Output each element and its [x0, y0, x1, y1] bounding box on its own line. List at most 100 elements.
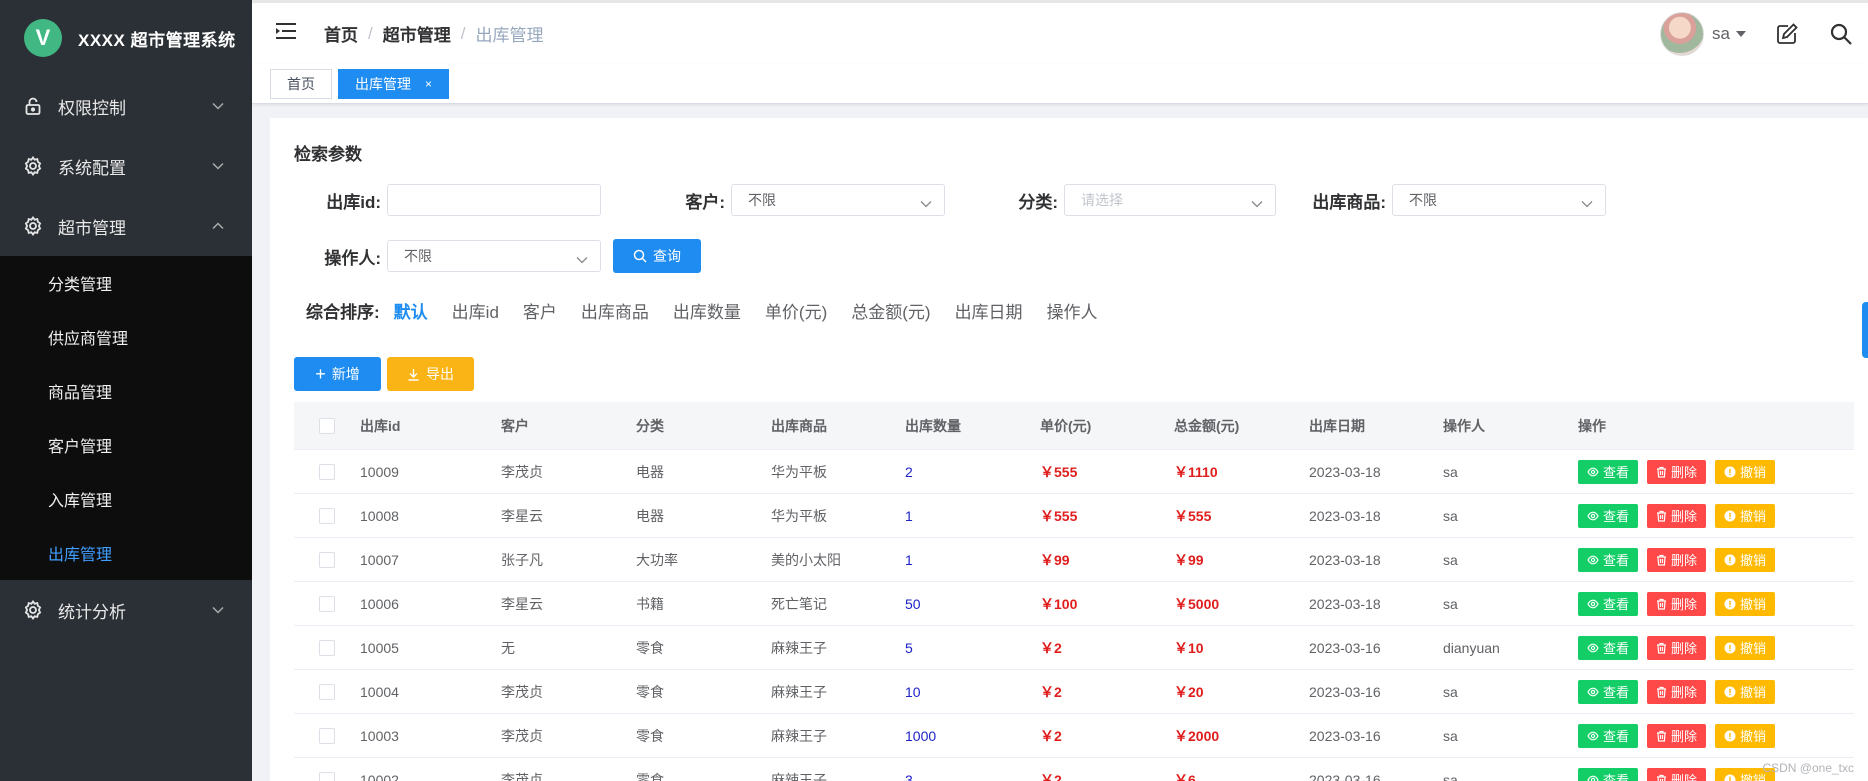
col-operator: 操作人: [1443, 417, 1485, 434]
submenu-supplier[interactable]: 供应商管理: [0, 310, 252, 364]
eye-icon: [1587, 467, 1599, 476]
sort-default[interactable]: 默认: [394, 298, 428, 323]
search-icon[interactable]: [1828, 21, 1854, 47]
row-checkbox[interactable]: [319, 639, 335, 656]
sort-price[interactable]: 单价(元): [765, 298, 827, 323]
delete-button[interactable]: 删除: [1647, 459, 1707, 484]
chevron-up-icon: [204, 222, 232, 230]
sidebar-toggle-button[interactable]: [256, 21, 316, 46]
tag-home[interactable]: 首页: [270, 68, 332, 99]
out-id-input[interactable]: [387, 184, 601, 216]
add-button[interactable]: + 新增: [294, 357, 381, 391]
eye-icon: [1587, 731, 1599, 740]
tag-stock-out[interactable]: 出库管理 ×: [338, 68, 450, 99]
cell-date: 2023-03-16: [1309, 639, 1381, 656]
delete-button[interactable]: 删除: [1647, 503, 1707, 528]
export-button[interactable]: 导出: [387, 357, 474, 391]
close-icon[interactable]: ×: [425, 77, 432, 91]
view-button[interactable]: 查看: [1578, 459, 1639, 484]
row-checkbox[interactable]: [319, 595, 335, 612]
menu-permission[interactable]: 权限控制: [0, 76, 252, 136]
sort-operator[interactable]: 操作人: [1047, 298, 1098, 323]
sort-customer[interactable]: 客户: [523, 298, 557, 323]
col-total: 总金额(元): [1174, 417, 1240, 434]
menu-label: 超市管理: [58, 218, 126, 238]
side-drawer-handle[interactable]: [1862, 302, 1868, 358]
row-checkbox[interactable]: [319, 771, 335, 781]
row-checkbox[interactable]: [319, 551, 335, 568]
breadcrumb-home[interactable]: 首页: [324, 21, 358, 46]
view-button[interactable]: 查看: [1578, 723, 1639, 748]
cell-qty: 1: [905, 507, 913, 524]
cell-category: 大功率: [636, 551, 678, 568]
delete-button[interactable]: 删除: [1647, 767, 1707, 781]
avatar[interactable]: [1660, 11, 1705, 56]
breadcrumb-supermarket[interactable]: 超市管理: [383, 21, 451, 46]
delete-button[interactable]: 删除: [1647, 547, 1707, 572]
row-checkbox[interactable]: [319, 507, 335, 524]
select-all-checkbox[interactable]: [319, 417, 335, 434]
delete-button[interactable]: 删除: [1647, 635, 1707, 660]
gear-icon: [22, 599, 44, 621]
row-checkbox[interactable]: [319, 727, 335, 744]
row-checkbox[interactable]: [319, 463, 335, 480]
cell-customer: 无: [501, 639, 515, 656]
cell-qty: 5: [905, 639, 913, 656]
menu-system-config[interactable]: 系统配置: [0, 136, 252, 196]
caret-down-icon[interactable]: [1736, 30, 1746, 37]
sort-out-id[interactable]: 出库id: [452, 298, 499, 323]
cell-customer: 李茂贞: [501, 683, 543, 700]
view-button[interactable]: 查看: [1578, 591, 1639, 616]
table-body: 10009 李茂贞 电器 华为平板 2 ￥555 ￥1110 2023-03-1…: [294, 450, 1854, 781]
plus-icon: +: [315, 364, 326, 384]
cell-out-id: 10007: [360, 551, 399, 568]
sort-total[interactable]: 总金额(元): [851, 298, 930, 323]
revoke-button[interactable]: 撤销: [1715, 459, 1776, 484]
edit-icon[interactable]: [1774, 21, 1800, 47]
revoke-button[interactable]: 撤销: [1715, 591, 1776, 616]
view-button[interactable]: 查看: [1578, 679, 1639, 704]
search-icon: [633, 249, 647, 263]
tags-view: 首页 出库管理 ×: [252, 64, 1868, 104]
query-button[interactable]: 查询: [613, 239, 701, 273]
chevron-down-icon: [576, 251, 588, 267]
cell-price: ￥100: [1040, 595, 1078, 612]
delete-button[interactable]: 删除: [1647, 723, 1707, 748]
revoke-button[interactable]: 撤销: [1715, 723, 1776, 748]
delete-button[interactable]: 删除: [1647, 591, 1707, 616]
customer-select[interactable]: 不限: [731, 184, 945, 216]
vue-logo: V: [24, 19, 62, 57]
sort-qty[interactable]: 出库数量: [673, 298, 741, 323]
submenu-category[interactable]: 分类管理: [0, 256, 252, 310]
product-select[interactable]: 不限: [1392, 184, 1606, 216]
delete-button[interactable]: 删除: [1647, 679, 1707, 704]
view-button[interactable]: 查看: [1578, 635, 1639, 660]
sort-date[interactable]: 出库日期: [955, 298, 1023, 323]
row-checkbox[interactable]: [319, 683, 335, 700]
menu-statistics[interactable]: 统计分析: [0, 580, 252, 640]
cell-category: 电器: [636, 463, 664, 480]
user-name[interactable]: sa: [1712, 24, 1730, 44]
cell-operator: dianyuan: [1443, 639, 1500, 656]
submenu-customer[interactable]: 客户管理: [0, 418, 252, 472]
view-button[interactable]: 查看: [1578, 503, 1639, 528]
revoke-button[interactable]: 撤销: [1715, 679, 1776, 704]
menu-supermarket[interactable]: 超市管理: [0, 196, 252, 256]
submenu-stock-out[interactable]: 出库管理: [0, 526, 252, 580]
info-icon: [1724, 730, 1736, 741]
tag-label: 出库管理: [355, 75, 411, 92]
trash-icon: [1657, 554, 1667, 566]
cell-total: ￥20: [1174, 683, 1204, 700]
sort-product[interactable]: 出库商品: [581, 298, 649, 323]
revoke-button[interactable]: 撤销: [1715, 547, 1776, 572]
submenu-stock-in[interactable]: 入库管理: [0, 472, 252, 526]
operator-select[interactable]: 不限: [387, 240, 601, 272]
category-select[interactable]: 请选择: [1064, 184, 1276, 216]
view-button[interactable]: 查看: [1578, 767, 1639, 781]
revoke-button[interactable]: 撤销: [1715, 503, 1776, 528]
submenu-product[interactable]: 商品管理: [0, 364, 252, 418]
revoke-button[interactable]: 撤销: [1715, 635, 1776, 660]
view-button[interactable]: 查看: [1578, 547, 1639, 572]
cell-date: 2023-03-18: [1309, 595, 1381, 612]
cell-price: ￥2: [1040, 771, 1062, 781]
